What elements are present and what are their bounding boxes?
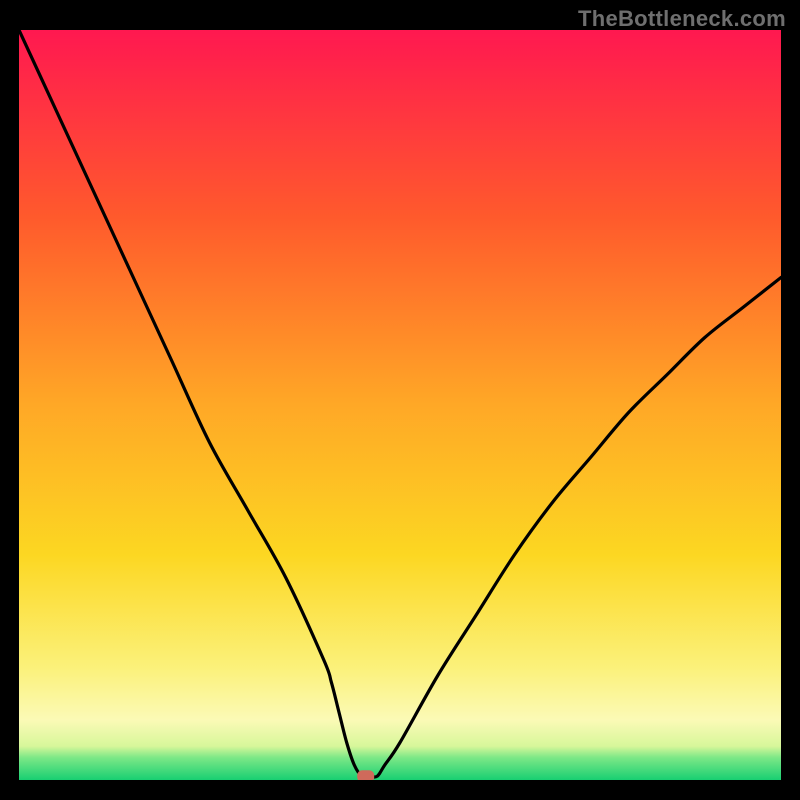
- chart-svg: [19, 30, 781, 780]
- watermark-text: TheBottleneck.com: [578, 6, 786, 32]
- plot-area: [19, 30, 781, 780]
- optimum-marker: [357, 770, 374, 780]
- chart-outer: TheBottleneck.com: [0, 0, 800, 800]
- gradient-background: [19, 30, 781, 780]
